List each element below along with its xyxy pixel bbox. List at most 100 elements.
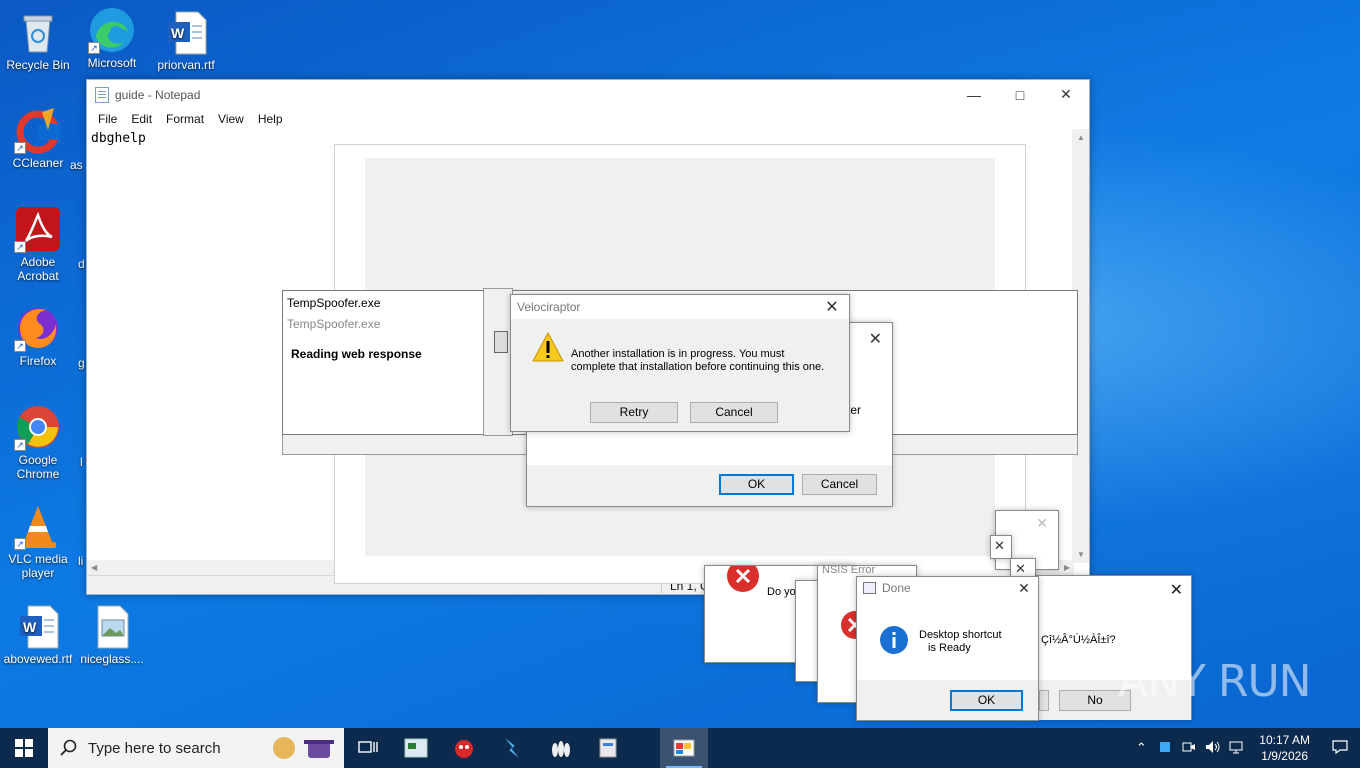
taskbar-app-3[interactable]: [488, 728, 536, 768]
shortcut-arrow-icon: ↗: [14, 241, 26, 253]
desktop-icon-priorvan-rtf[interactable]: W priorvan.rtf: [148, 8, 224, 72]
menu-edit[interactable]: Edit: [124, 112, 159, 126]
taskbar-clock[interactable]: 10:17 AM 1/9/2026: [1249, 732, 1320, 764]
error-partial-text: Do yo: [767, 586, 796, 598]
ok-button[interactable]: OK: [719, 474, 794, 495]
close-button[interactable]: ✕: [1036, 515, 1048, 532]
app-window-icon: [404, 738, 428, 758]
scroll-right-icon[interactable]: ▶: [1064, 563, 1070, 572]
search-icon: [60, 739, 77, 756]
tool-icon: [505, 738, 519, 758]
error-icon: [727, 560, 759, 597]
taskbar-search[interactable]: Type here to search: [48, 728, 344, 768]
desktop-icon-recycle-bin[interactable]: Recycle Bin: [0, 8, 76, 72]
dialog-titlebar[interactable]: Velociraptor ✕: [511, 295, 849, 319]
vlc-cone-icon: ↗: [14, 502, 62, 550]
icon-label: Recycle Bin: [6, 58, 70, 72]
network-icon[interactable]: [1225, 740, 1249, 757]
partial-button[interactable]: [1039, 690, 1049, 711]
show-hidden-icons-chevron-up-icon[interactable]: ⌃: [1129, 740, 1153, 756]
task-view-icon: [358, 741, 378, 753]
menu-format[interactable]: Format: [159, 112, 211, 126]
cancel-button[interactable]: Cancel: [802, 474, 877, 495]
done-message: Desktop shortcut is Ready: [919, 629, 1002, 655]
menu-file[interactable]: File: [91, 112, 124, 126]
desktop-icon-ccleaner[interactable]: ↗ CCleaner: [0, 106, 76, 170]
chrome-icon: ↗: [14, 403, 62, 451]
done-message-line: Desktop shortcut: [919, 629, 1002, 641]
notepad-icon: [95, 86, 109, 103]
notifications-icon[interactable]: [1320, 739, 1360, 758]
task-view-button[interactable]: [344, 728, 392, 768]
minimize-button[interactable]: —: [951, 80, 997, 109]
window-title: guide - Notepad: [115, 87, 201, 102]
close-button[interactable]: ✕: [815, 297, 849, 317]
taskbar-app-5[interactable]: [584, 728, 632, 768]
shortcut-arrow-icon: ↗: [14, 142, 26, 154]
word-document-icon: W: [14, 602, 62, 650]
scroll-up-icon[interactable]: ▲: [1077, 133, 1085, 142]
svg-text:W: W: [171, 25, 185, 41]
confirm-message: Çî½Â°Ú½ÀÎ±î?: [1041, 634, 1116, 646]
installer-icon: [599, 738, 617, 758]
windows-logo-icon: [15, 739, 33, 757]
done-message-line: is Ready: [928, 642, 971, 654]
ok-button[interactable]: OK: [950, 690, 1023, 711]
desktop-icon-microsoft-edge[interactable]: ↗ Microsoft Edge: [74, 6, 150, 70]
taskbar-app-1[interactable]: [392, 728, 440, 768]
notepad-titlebar[interactable]: guide - Notepad — □ ✕: [87, 80, 1089, 109]
shortcut-arrow-icon: ↗: [14, 538, 26, 550]
dialog-title: Velociraptor: [517, 300, 581, 314]
velociraptor-dialog[interactable]: Velociraptor ✕ Another installation is i…: [510, 294, 850, 432]
search-highlight-icon: [264, 732, 336, 764]
clock-time: 10:17 AM: [1259, 733, 1310, 747]
retry-button[interactable]: Retry: [590, 402, 678, 423]
cancel-button[interactable]: Cancel: [690, 402, 778, 423]
icon-label: Firefox: [19, 354, 57, 368]
desktop-icon-vlc[interactable]: ↗ VLC media player: [0, 502, 76, 580]
dialog-titlebar[interactable]: Done ✕: [857, 577, 1038, 599]
tempspoofer-title: TempSpoofer.exe: [287, 296, 381, 310]
close-button[interactable]: ✕: [869, 329, 882, 349]
close-button[interactable]: ✕: [1015, 561, 1026, 577]
word-document-icon: W: [162, 8, 210, 56]
close-button[interactable]: ✕: [1043, 80, 1089, 109]
start-button[interactable]: [0, 728, 48, 768]
icon-label: Google Chrome: [16, 453, 60, 481]
dialog-title: NSIS Error: [822, 564, 876, 576]
icon-label: CCleaner: [12, 156, 64, 170]
taskbar: Type here to search ⌃ 10:17 AM 1/9/2026: [0, 728, 1360, 768]
acrobat-icon: ↗: [14, 205, 62, 253]
icon-label: abovewed.rtf: [3, 652, 73, 666]
close-button[interactable]: ✕: [1170, 580, 1183, 600]
tempspoofer-subtitle: TempSpoofer.exe: [287, 317, 381, 331]
shortcut-arrow-icon: ↗: [14, 340, 26, 352]
desktop-icon-firefox[interactable]: ↗ Firefox: [0, 304, 76, 368]
scroll-left-icon[interactable]: ◀: [91, 563, 97, 572]
info-icon: [879, 625, 909, 658]
desktop-icon-abovewed-rtf[interactable]: W abovewed.rtf: [0, 602, 76, 666]
warning-icon: [531, 331, 565, 366]
tempspoofer-status: Reading web response: [291, 347, 422, 361]
installer-box-icon: [494, 331, 508, 353]
menu-view[interactable]: View: [211, 112, 251, 126]
meet-now-icon[interactable]: [1177, 741, 1201, 756]
taskbar-app-4[interactable]: [536, 728, 584, 768]
error-dialog-back-2[interactable]: ✕: [990, 535, 1012, 559]
done-dialog[interactable]: Done ✕ Desktop shortcut is Ready OK: [856, 576, 1039, 721]
scroll-down-icon[interactable]: ▼: [1077, 550, 1085, 559]
search-placeholder: Type here to search: [88, 739, 221, 757]
menu-help[interactable]: Help: [251, 112, 290, 126]
desktop-icon-google-chrome[interactable]: ↗ Google Chrome: [0, 403, 76, 481]
network-status-icon[interactable]: [1153, 741, 1177, 756]
shortcut-arrow-icon: ↗: [88, 42, 100, 54]
close-button[interactable]: ✕: [994, 538, 1005, 554]
setup-window-icon: [673, 739, 695, 757]
close-button[interactable]: ✕: [1010, 580, 1038, 597]
taskbar-app-2[interactable]: [440, 728, 488, 768]
volume-icon[interactable]: [1201, 740, 1225, 757]
desktop-icon-adobe-acrobat[interactable]: ↗ Adobe Acrobat: [0, 205, 76, 283]
taskbar-app-active[interactable]: [660, 728, 708, 768]
desktop-icon-niceglass[interactable]: niceglass....: [74, 602, 150, 666]
maximize-button[interactable]: □: [997, 80, 1043, 109]
